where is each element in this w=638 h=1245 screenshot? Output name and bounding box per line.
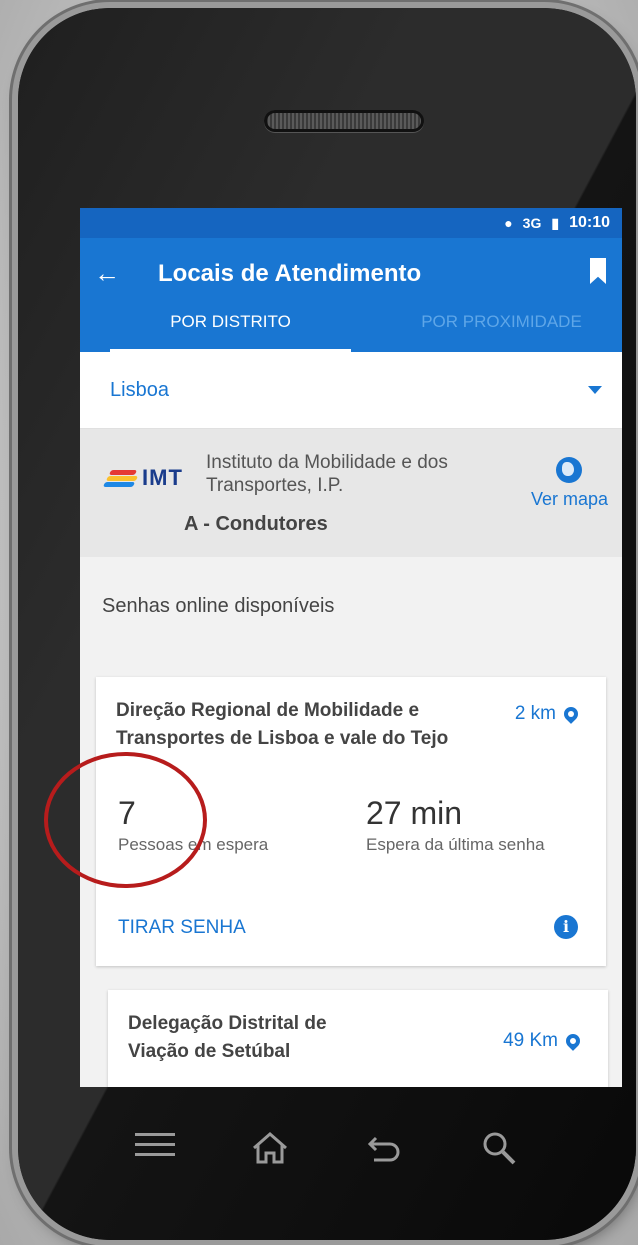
location-distance[interactable]: 2 km xyxy=(514,703,581,725)
info-icon[interactable]: i xyxy=(554,915,578,939)
location-title: Direção Regional de Mobilidade e Transpo… xyxy=(116,700,449,749)
status-bar: ● 3G ▮ 10:10 xyxy=(80,208,622,238)
location-card[interactable]: Delegação Distrital de Viação de Setúbal… xyxy=(108,990,608,1087)
bookmark-icon[interactable] xyxy=(590,258,606,284)
network-icon: 3G xyxy=(522,215,542,231)
phone-speaker xyxy=(264,110,424,132)
map-pin-icon xyxy=(561,704,581,724)
imt-logo-text: IMT xyxy=(142,465,183,490)
location-title: Delegação Distrital de Viação de Setúbal xyxy=(128,1013,327,1062)
home-icon[interactable] xyxy=(248,1126,292,1170)
last-wait-time: 27 min xyxy=(366,795,463,831)
last-wait-label: Espera da última senha xyxy=(366,835,545,854)
service-section: A - Condutores xyxy=(184,513,328,535)
last-wait-stat: 27 min Espera da última senha xyxy=(366,795,546,856)
map-pin-icon xyxy=(563,1031,583,1051)
clock: 10:10 xyxy=(569,214,610,231)
organization-name: Instituto da Mobilidade e dos Transporte… xyxy=(206,452,448,496)
section-title: Senhas online disponíveis xyxy=(102,595,335,617)
app-screen: ● 3G ▮ 10:10 ← Locais de Atendimento POR… xyxy=(80,208,622,1087)
distance-value: 2 km xyxy=(514,703,556,724)
distance-value: 49 Km xyxy=(503,1030,558,1051)
search-icon[interactable] xyxy=(477,1126,521,1170)
tab-por-proximidade[interactable]: POR PROXIMIDADE xyxy=(381,294,622,352)
organization-header: IMT Instituto da Mobilidade e dos Transp… xyxy=(80,429,622,557)
chevron-down-icon xyxy=(588,386,602,394)
location-icon: ● xyxy=(504,215,513,231)
back-icon[interactable] xyxy=(362,1126,406,1170)
page-title: Locais de Atendimento xyxy=(158,260,422,287)
tab-por-distrito[interactable]: POR DISTRITO xyxy=(110,294,351,352)
globe-icon xyxy=(556,457,583,483)
imt-logo-mark xyxy=(102,468,139,488)
highlight-circle xyxy=(44,752,207,888)
battery-icon: ▮ xyxy=(551,214,560,231)
tab-bar: POR DISTRITO POR PROXIMIDADE xyxy=(80,294,622,352)
take-ticket-button[interactable]: TIRAR SENHA xyxy=(118,917,246,939)
view-map-button[interactable]: Ver mapa xyxy=(531,457,608,510)
imt-logo: IMT xyxy=(102,465,183,491)
district-value: Lisboa xyxy=(110,378,169,401)
district-dropdown[interactable]: Lisboa xyxy=(80,352,622,429)
location-distance[interactable]: 49 Km xyxy=(503,1030,583,1052)
device-nav-bar xyxy=(18,1108,636,1188)
back-arrow-icon[interactable]: ← xyxy=(94,258,120,289)
view-map-label: Ver mapa xyxy=(530,489,608,509)
phone-frame: ● 3G ▮ 10:10 ← Locais de Atendimento POR… xyxy=(18,8,636,1240)
menu-icon[interactable] xyxy=(133,1126,177,1170)
